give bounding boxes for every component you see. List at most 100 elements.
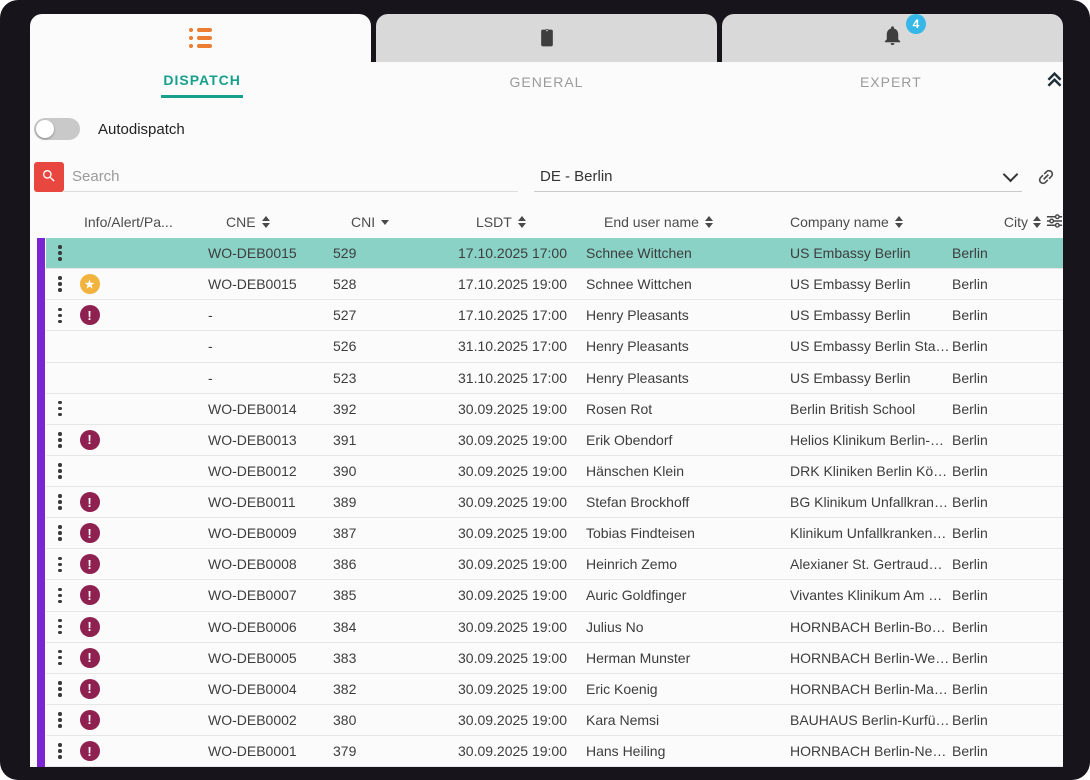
cell-cne: WO-DEB0012 bbox=[206, 463, 331, 479]
sort-icon bbox=[1033, 216, 1041, 228]
cell-company: HORNBACH Berlin-Neuk... bbox=[788, 743, 950, 759]
cell-lsdt: 30.09.2025 19:00 bbox=[456, 712, 584, 728]
cell-end-user: Hänschen Klein bbox=[584, 463, 788, 479]
kebab-menu-icon[interactable] bbox=[54, 586, 66, 606]
kebab-menu-icon[interactable] bbox=[54, 461, 66, 481]
kebab-menu-icon[interactable] bbox=[54, 523, 66, 543]
main-content: DISPATCH GENERAL EXPERT Autodispatch bbox=[30, 62, 1063, 767]
cell-company: Helios Klinikum Berlin-Bu... bbox=[788, 432, 950, 448]
kebab-menu-icon[interactable] bbox=[54, 741, 66, 761]
subtab-expert[interactable]: EXPERT bbox=[719, 68, 1063, 97]
table-row[interactable]: ! - 527 17.10.2025 17:00 Henry Pleasants… bbox=[46, 300, 1063, 331]
cell-info: ! bbox=[46, 554, 206, 574]
table-row[interactable]: ! WO-DEB0008 386 30.09.2025 19:00 Heinri… bbox=[46, 549, 1063, 580]
kebab-menu-icon[interactable] bbox=[54, 274, 66, 294]
search-button[interactable] bbox=[34, 162, 64, 192]
cell-end-user: Henry Pleasants bbox=[584, 370, 788, 386]
table-row[interactable]: - 523 31.10.2025 17:00 Henry Pleasants U… bbox=[46, 363, 1063, 394]
column-header-city[interactable]: City bbox=[950, 214, 1063, 231]
kebab-menu-icon[interactable] bbox=[54, 306, 66, 326]
cell-company: Klinikum Unfallkrankenha... bbox=[788, 525, 950, 541]
table-row[interactable]: ! WO-DEB0011 389 30.09.2025 19:00 Stefan… bbox=[46, 487, 1063, 518]
table-row[interactable]: ! WO-DEB0001 379 30.09.2025 19:00 Hans H… bbox=[46, 736, 1063, 767]
cell-company: US Embassy Berlin bbox=[788, 245, 950, 261]
cell-lsdt: 30.09.2025 19:00 bbox=[456, 463, 584, 479]
table-row[interactable]: ! WO-DEB0009 387 30.09.2025 19:00 Tobias… bbox=[46, 518, 1063, 549]
table-row[interactable]: WO-DEB0015 529 17.10.2025 17:00 Schnee W… bbox=[46, 238, 1063, 269]
cell-cne: - bbox=[206, 338, 331, 354]
kebab-menu-icon[interactable] bbox=[54, 430, 66, 450]
cell-lsdt: 30.09.2025 19:00 bbox=[456, 432, 584, 448]
collapse-panel-icon[interactable] bbox=[1046, 70, 1063, 92]
toggle-knob bbox=[36, 120, 54, 138]
star-icon: ★ bbox=[80, 274, 100, 294]
link-icon[interactable] bbox=[1036, 162, 1056, 192]
region-select[interactable]: DE - Berlin bbox=[534, 162, 1022, 192]
cell-company: Berlin British School bbox=[788, 401, 950, 417]
cell-cni: 389 bbox=[331, 494, 456, 510]
table-row[interactable]: ! WO-DEB0004 382 30.09.2025 19:00 Eric K… bbox=[46, 674, 1063, 705]
kebab-menu-icon[interactable] bbox=[54, 399, 66, 419]
table-row[interactable]: ! WO-DEB0005 383 30.09.2025 19:00 Herman… bbox=[46, 643, 1063, 674]
cell-lsdt: 30.09.2025 19:00 bbox=[456, 556, 584, 572]
column-header-cni[interactable]: CNI bbox=[331, 214, 456, 230]
tab-general[interactable] bbox=[376, 14, 717, 62]
cell-city: Berlin bbox=[950, 650, 1063, 666]
cell-cne: WO-DEB0005 bbox=[206, 650, 331, 666]
cell-company: HORNBACH Berlin-Weiss... bbox=[788, 650, 950, 666]
table-row[interactable]: - 526 31.10.2025 17:00 Henry Pleasants U… bbox=[46, 331, 1063, 362]
cell-lsdt: 30.09.2025 19:00 bbox=[456, 650, 584, 666]
cell-end-user: Eric Koenig bbox=[584, 681, 788, 697]
filter-icon[interactable] bbox=[1046, 214, 1063, 231]
column-header-lsdt[interactable]: LSDT bbox=[456, 214, 584, 230]
subtab-dispatch[interactable]: DISPATCH bbox=[30, 66, 374, 98]
kebab-menu-icon[interactable] bbox=[54, 710, 66, 730]
cell-info: ! bbox=[46, 648, 206, 668]
cell-company: US Embassy Berlin Station bbox=[788, 338, 950, 354]
cell-end-user: Heinrich Zemo bbox=[584, 556, 788, 572]
autodispatch-row: Autodispatch bbox=[30, 116, 1063, 142]
subtab-general[interactable]: GENERAL bbox=[374, 68, 718, 97]
table-row[interactable]: ! WO-DEB0013 391 30.09.2025 19:00 Erik O… bbox=[46, 425, 1063, 456]
column-header-end-user[interactable]: End user name bbox=[584, 214, 788, 230]
table-row[interactable]: ★ WO-DEB0015 528 17.10.2025 19:00 Schnee… bbox=[46, 269, 1063, 300]
column-header-company[interactable]: Company name bbox=[788, 214, 950, 230]
cell-cni: 392 bbox=[331, 401, 456, 417]
kebab-menu-icon[interactable] bbox=[54, 243, 66, 263]
cell-cne: WO-DEB0011 bbox=[206, 494, 331, 510]
cell-city: Berlin bbox=[950, 556, 1063, 572]
alert-icon: ! bbox=[80, 741, 100, 761]
sort-icon bbox=[262, 216, 270, 228]
table-row[interactable]: WO-DEB0012 390 30.09.2025 19:00 Hänschen… bbox=[46, 456, 1063, 487]
cell-lsdt: 17.10.2025 17:00 bbox=[456, 307, 584, 323]
cell-lsdt: 31.10.2025 17:00 bbox=[456, 370, 584, 386]
cell-city: Berlin bbox=[950, 307, 1063, 323]
cell-city: Berlin bbox=[950, 401, 1063, 417]
cell-end-user: Henry Pleasants bbox=[584, 338, 788, 354]
cell-cni: 529 bbox=[331, 245, 456, 261]
kebab-menu-icon[interactable] bbox=[54, 555, 66, 575]
cell-city: Berlin bbox=[950, 276, 1063, 292]
cell-lsdt: 30.09.2025 19:00 bbox=[456, 681, 584, 697]
table-row[interactable]: ! WO-DEB0007 385 30.09.2025 19:00 Auric … bbox=[46, 580, 1063, 611]
autodispatch-toggle[interactable] bbox=[34, 118, 80, 140]
cell-end-user: Herman Munster bbox=[584, 650, 788, 666]
cell-info bbox=[46, 368, 206, 388]
cell-cni: 380 bbox=[331, 712, 456, 728]
kebab-menu-icon[interactable] bbox=[54, 679, 66, 699]
cell-cne: WO-DEB0014 bbox=[206, 401, 331, 417]
table-row[interactable]: WO-DEB0014 392 30.09.2025 19:00 Rosen Ro… bbox=[46, 394, 1063, 425]
table-row[interactable]: ! WO-DEB0002 380 30.09.2025 19:00 Kara N… bbox=[46, 705, 1063, 736]
tab-notifications[interactable]: 4 bbox=[722, 14, 1063, 62]
table-row[interactable]: ! WO-DEB0006 384 30.09.2025 19:00 Julius… bbox=[46, 612, 1063, 643]
search-input[interactable] bbox=[64, 162, 518, 192]
cell-company: US Embassy Berlin bbox=[788, 276, 950, 292]
kebab-menu-icon[interactable] bbox=[54, 617, 66, 637]
tab-dispatch[interactable] bbox=[30, 14, 371, 62]
kebab-menu-icon[interactable] bbox=[54, 492, 66, 512]
cell-cni: 390 bbox=[331, 463, 456, 479]
cell-cne: WO-DEB0002 bbox=[206, 712, 331, 728]
column-header-cne[interactable]: CNE bbox=[206, 214, 331, 230]
autodispatch-label: Autodispatch bbox=[98, 121, 185, 138]
kebab-menu-icon[interactable] bbox=[54, 648, 66, 668]
